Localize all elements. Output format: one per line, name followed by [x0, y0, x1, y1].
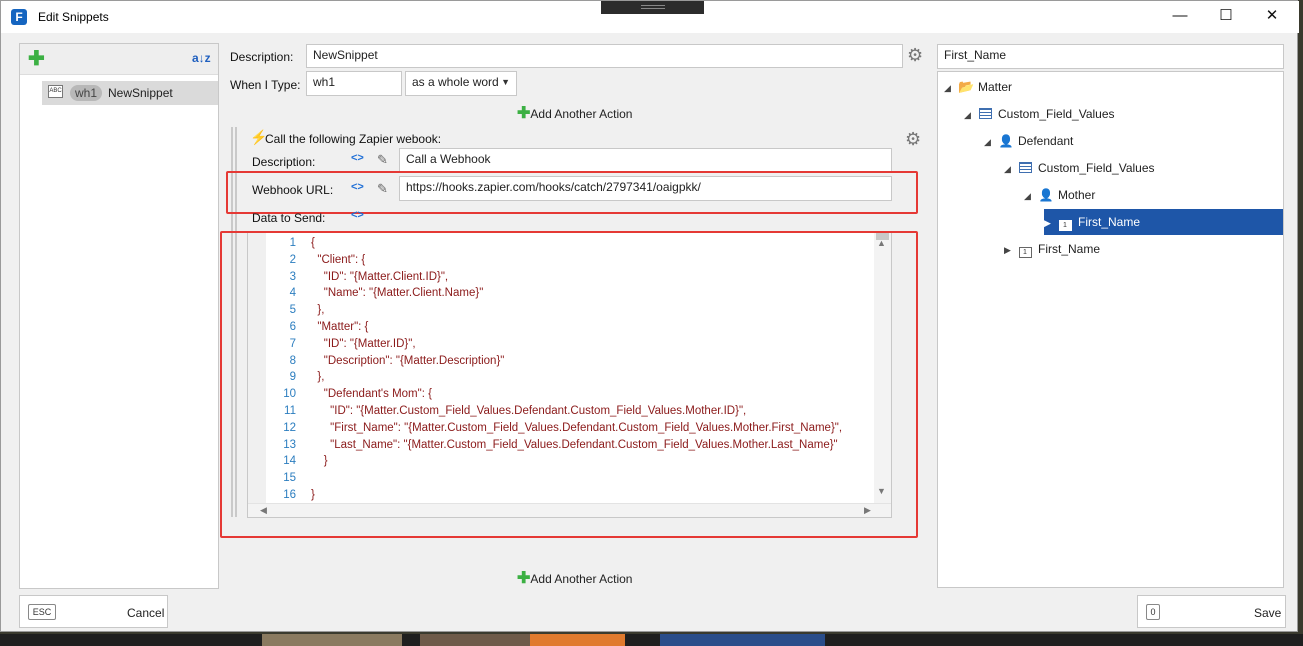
collapsed-arrow-icon[interactable]: ▶ [1004, 237, 1016, 263]
folder-open-icon: 📂 [958, 79, 975, 94]
title-bar[interactable]: F Edit Snippets — ☐ ✕ [1, 1, 1299, 33]
tree-node-first-name[interactable]: ▶ 1 First_Name [1004, 236, 1283, 262]
taskbar-thumbnail[interactable] [530, 634, 625, 646]
add-another-action-button-top[interactable]: ✚Add Another Action [517, 103, 632, 123]
window-title: Edit Snippets [38, 10, 109, 24]
action-settings-gear-icon[interactable]: ⚙ [905, 129, 921, 150]
snippet-settings-gear-icon[interactable]: ⚙ [907, 45, 923, 66]
description-label: Description: [230, 50, 294, 64]
expanded-arrow-icon[interactable]: ◢ [1004, 156, 1016, 182]
data-to-send-label: Data to Send: [252, 211, 326, 225]
tree-node-matter[interactable]: ◢ 📂 Matter [944, 74, 1283, 100]
url-highlight-box [226, 171, 918, 214]
snippet-list-item[interactable]: ABC wh1 NewSnippet [42, 81, 218, 105]
snippet-list-panel: ✚ a↓z ABC wh1 NewSnippet [19, 43, 219, 589]
sort-button[interactable]: a↓z [192, 51, 211, 65]
expanded-arrow-icon[interactable]: ◢ [944, 75, 956, 101]
tree-node-label: First_Name [1038, 242, 1101, 256]
tree-node-mother[interactable]: ◢ 👤 Mother [1024, 182, 1283, 208]
snippet-shortcut-badge: wh1 [70, 85, 103, 101]
trigger-shortcut-input[interactable]: wh1 [306, 71, 402, 96]
expanded-arrow-icon[interactable]: ◢ [964, 102, 976, 128]
tree-node-custom-field-values[interactable]: ◢ Custom_Field_Values [1004, 155, 1283, 181]
save-label: Save [1254, 606, 1282, 620]
collapsed-arrow-icon[interactable]: ▶ [1044, 210, 1056, 236]
field-icon: 1 [1058, 220, 1072, 231]
snippet-type-icon: ABC [48, 85, 63, 98]
save-button[interactable]: 0 Save [1137, 595, 1286, 628]
add-action-label: Add Another Action [530, 572, 633, 586]
action-title: Call the following Zapier webook: [265, 132, 442, 146]
maximize-button[interactable]: ☐ [1203, 1, 1249, 33]
close-button[interactable]: ✕ [1249, 1, 1295, 33]
table-icon-wrap [1018, 155, 1034, 181]
add-another-action-button-bottom[interactable]: ✚Add Another Action [517, 568, 632, 588]
field-icon-wrap: 1 [1018, 236, 1034, 262]
action-description-label: Description: [252, 155, 316, 169]
tree-node-label: Custom_Field_Values [998, 107, 1115, 121]
tree-node-label: First_Name [1078, 215, 1141, 229]
edit-snippets-window: F Edit Snippets — ☐ ✕ ✚ a↓z ABC wh1 NewS… [0, 0, 1299, 632]
person-icon: 👤 [998, 134, 1014, 148]
field-icon: 1 [1018, 247, 1032, 258]
snippet-description-input[interactable]: NewSnippet [306, 44, 903, 68]
sort-az-icon: a↓z [192, 51, 211, 65]
add-action-label: Add Another Action [530, 107, 633, 121]
tree-node-label: Mother [1058, 188, 1096, 202]
tree-node-defendant[interactable]: ◢ 👤 Defendant [984, 128, 1283, 154]
grip-lines-icon [641, 5, 665, 9]
expanded-arrow-icon[interactable]: ◢ [1024, 183, 1036, 209]
action-description-input[interactable]: Call a Webhook [399, 148, 892, 172]
app-logo-icon: F [11, 9, 27, 25]
insert-field-code-icon[interactable]: <> [351, 209, 364, 221]
cancel-button[interactable]: ESC Cancel [19, 595, 168, 628]
save-key-hint: 0 [1146, 604, 1160, 620]
match-mode-select[interactable]: as a whole word ▼ [405, 71, 517, 96]
plus-icon: ✚ [517, 105, 531, 122]
table-icon [978, 108, 992, 119]
tree-node-label: Defendant [1018, 134, 1074, 148]
match-mode-value: as a whole word [412, 75, 499, 89]
taskbar-thumbnail[interactable] [420, 634, 530, 646]
insert-field-code-icon[interactable]: <> [351, 152, 364, 164]
taskbar-thumbnail[interactable] [262, 634, 402, 646]
tree-node-label: Custom_Field_Values [1038, 161, 1155, 175]
expanded-arrow-icon[interactable]: ◢ [984, 129, 996, 155]
chevron-down-icon: ▼ [501, 77, 510, 87]
field-search-input[interactable]: First_Name [937, 44, 1284, 69]
magic-wand-icon[interactable]: ✎ [377, 152, 388, 168]
editor-highlight-box [220, 231, 918, 538]
plus-icon: ✚ [517, 570, 531, 587]
taskbar-strip [0, 634, 1303, 646]
field-tree-panel: ◢ 📂 Matter ◢ Custom_Field_Values ◢ 👤 Defendan… [937, 71, 1284, 588]
table-icon-wrap [978, 101, 994, 127]
minimize-button[interactable]: — [1157, 1, 1203, 33]
person-icon: 👤 [1038, 188, 1054, 202]
add-snippet-button[interactable]: ✚ [28, 49, 45, 69]
when-i-type-label: When I Type: [230, 78, 301, 92]
tree-node-label: Matter [978, 80, 1013, 94]
snippet-name: NewSnippet [108, 86, 173, 100]
field-icon-wrap: 1 [1058, 209, 1074, 235]
tree-node-first-name-selected[interactable]: ▶ 1 First_Name [1044, 209, 1283, 235]
esc-key-hint: ESC [28, 604, 56, 620]
plus-icon: ✚ [28, 48, 45, 70]
snippet-list-toolbar: ✚ a↓z [20, 44, 218, 75]
cancel-label: Cancel [127, 606, 165, 620]
tree-node-custom-field-values[interactable]: ◢ Custom_Field_Values [964, 101, 1283, 127]
taskbar-thumbnail[interactable] [660, 634, 825, 646]
table-icon [1018, 162, 1032, 173]
